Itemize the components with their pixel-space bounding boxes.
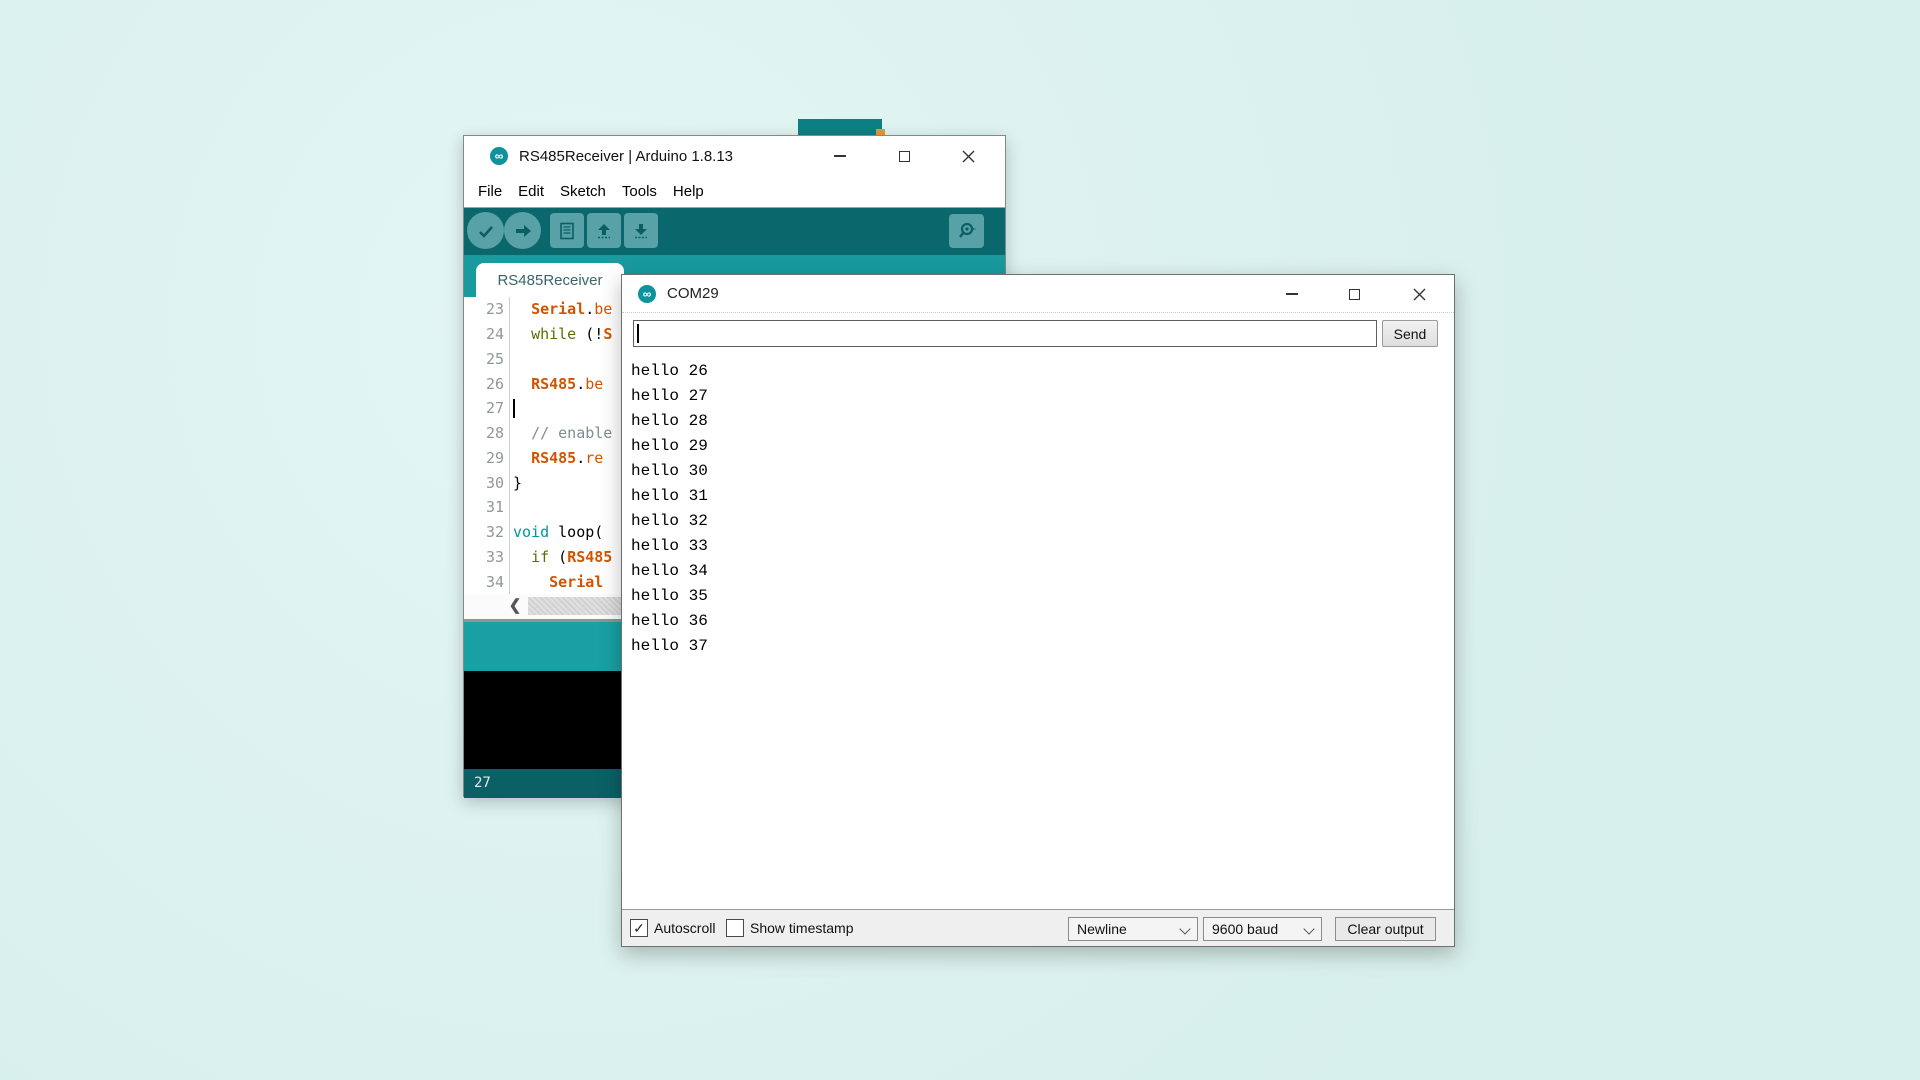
editor-caret <box>513 399 515 418</box>
maximize-icon <box>899 151 910 162</box>
code-text: } <box>509 474 522 492</box>
line-number: 26 <box>464 375 509 393</box>
code-text: while (!S <box>509 325 612 343</box>
line-number: 32 <box>464 523 509 541</box>
chevron-down-icon <box>1179 923 1190 934</box>
current-line-indicator: 27 <box>474 775 491 791</box>
close-icon <box>1413 288 1426 301</box>
line-number: 25 <box>464 350 509 368</box>
verify-check-icon <box>476 221 496 241</box>
chevron-down-icon <box>1303 923 1314 934</box>
save-down-arrow-icon <box>631 221 651 241</box>
menu-item-edit[interactable]: Edit <box>510 176 552 207</box>
serial-minimize-button[interactable] <box>1269 275 1315 313</box>
serial-output-line: hello 35 <box>631 584 1443 609</box>
open-sketch-button[interactable] <box>587 213 621 248</box>
menu-item-file[interactable]: File <box>470 176 510 207</box>
autoscroll-label: Autoscroll <box>654 910 715 947</box>
serial-output-line: hello 27 <box>631 384 1443 409</box>
code-text: Serial <box>509 573 603 591</box>
scroll-left-arrow-icon[interactable]: ❮ <box>507 596 523 616</box>
tab-label: RS485Receiver <box>497 272 602 289</box>
tab-rs485receiver[interactable]: RS485Receiver <box>476 263 624 297</box>
arduino-window-title: RS485Receiver | Arduino 1.8.13 <box>519 148 733 165</box>
maximize-icon <box>1349 289 1360 300</box>
line-number: 28 <box>464 424 509 442</box>
background-window-fragment <box>798 119 882 136</box>
arduino-minimize-button[interactable] <box>817 136 863 176</box>
serial-monitor-window: ∞ COM29 Send hello 26hello 27hello 28hel… <box>621 274 1455 947</box>
serial-close-button[interactable] <box>1396 275 1442 313</box>
save-sketch-button[interactable] <box>624 213 658 248</box>
arduino-app-icon: ∞ <box>490 147 508 165</box>
serial-output-line: hello 26 <box>631 359 1443 384</box>
serial-output-area[interactable]: hello 26hello 27hello 28hello 29hello 30… <box>623 357 1443 907</box>
line-number: 24 <box>464 325 509 343</box>
menu-item-tools[interactable]: Tools <box>614 176 665 207</box>
verify-button[interactable] <box>467 212 504 249</box>
clear-output-label: Clear output <box>1347 921 1423 937</box>
show-timestamp-checkbox[interactable] <box>726 919 744 937</box>
arduino-maximize-button[interactable] <box>881 136 927 176</box>
line-number: 30 <box>464 474 509 492</box>
text-caret <box>637 324 639 343</box>
arduino-app-icon: ∞ <box>638 285 656 303</box>
menu-item-help[interactable]: Help <box>665 176 712 207</box>
code-text: Serial.be <box>509 300 612 318</box>
code-text: // enable <box>509 424 612 442</box>
minimize-icon <box>834 155 846 157</box>
line-number: 34 <box>464 573 509 591</box>
minimize-icon <box>1286 293 1298 295</box>
line-ending-value: Newline <box>1077 921 1127 937</box>
close-icon <box>962 150 975 163</box>
code-text: void loop( <box>509 523 603 541</box>
arduino-toolbar <box>464 208 1005 255</box>
line-ending-dropdown[interactable]: Newline <box>1068 917 1198 941</box>
code-text: if (RS485 <box>509 548 612 566</box>
serial-monitor-button[interactable] <box>949 214 984 248</box>
serial-output-line: hello 28 <box>631 409 1443 434</box>
line-number: 29 <box>464 449 509 467</box>
code-text: RS485.be <box>509 375 603 393</box>
new-document-icon <box>557 221 577 241</box>
new-sketch-button[interactable] <box>550 213 584 248</box>
serial-maximize-button[interactable] <box>1331 275 1377 313</box>
serial-send-input[interactable] <box>633 320 1377 347</box>
serial-output-line: hello 36 <box>631 609 1443 634</box>
upload-arrow-icon <box>513 221 533 241</box>
send-button[interactable]: Send <box>1382 320 1438 347</box>
serial-monitor-controls-bar: ✓ Autoscroll Show timestamp Newline 9600… <box>622 909 1454 946</box>
serial-output-line: hello 30 <box>631 459 1443 484</box>
upload-button[interactable] <box>504 212 541 249</box>
code-text: RS485.re <box>509 449 603 467</box>
arduino-close-button[interactable] <box>945 136 991 176</box>
serial-output-line: hello 31 <box>631 484 1443 509</box>
serial-output-line: hello 33 <box>631 534 1443 559</box>
show-timestamp-label: Show timestamp <box>750 910 853 947</box>
desktop: ∞ RS485Receiver | Arduino 1.8.13 FileEdi… <box>0 0 1920 1080</box>
baud-rate-value: 9600 baud <box>1212 921 1278 937</box>
gutter-divider <box>509 297 510 594</box>
menu-item-sketch[interactable]: Sketch <box>552 176 614 207</box>
serial-output-line: hello 32 <box>631 509 1443 534</box>
serial-output-line: hello 29 <box>631 434 1443 459</box>
serial-monitor-titlebar[interactable]: ∞ COM29 <box>622 275 1454 313</box>
arduino-menubar: FileEditSketchToolsHelp <box>464 176 1005 208</box>
serial-output-line: hello 37 <box>631 634 1443 659</box>
line-number: 27 <box>464 399 509 417</box>
autoscroll-checkbox[interactable]: ✓ <box>630 919 648 937</box>
line-number: 31 <box>464 498 509 516</box>
serial-output-line: hello 34 <box>631 559 1443 584</box>
clear-output-button[interactable]: Clear output <box>1335 917 1436 941</box>
open-up-arrow-icon <box>594 221 614 241</box>
serial-monitor-magnifier-icon <box>956 220 978 242</box>
line-number: 33 <box>464 548 509 566</box>
send-button-label: Send <box>1394 326 1427 342</box>
baud-rate-dropdown[interactable]: 9600 baud <box>1203 917 1322 941</box>
serial-monitor-title: COM29 <box>667 285 719 302</box>
line-number: 23 <box>464 300 509 318</box>
